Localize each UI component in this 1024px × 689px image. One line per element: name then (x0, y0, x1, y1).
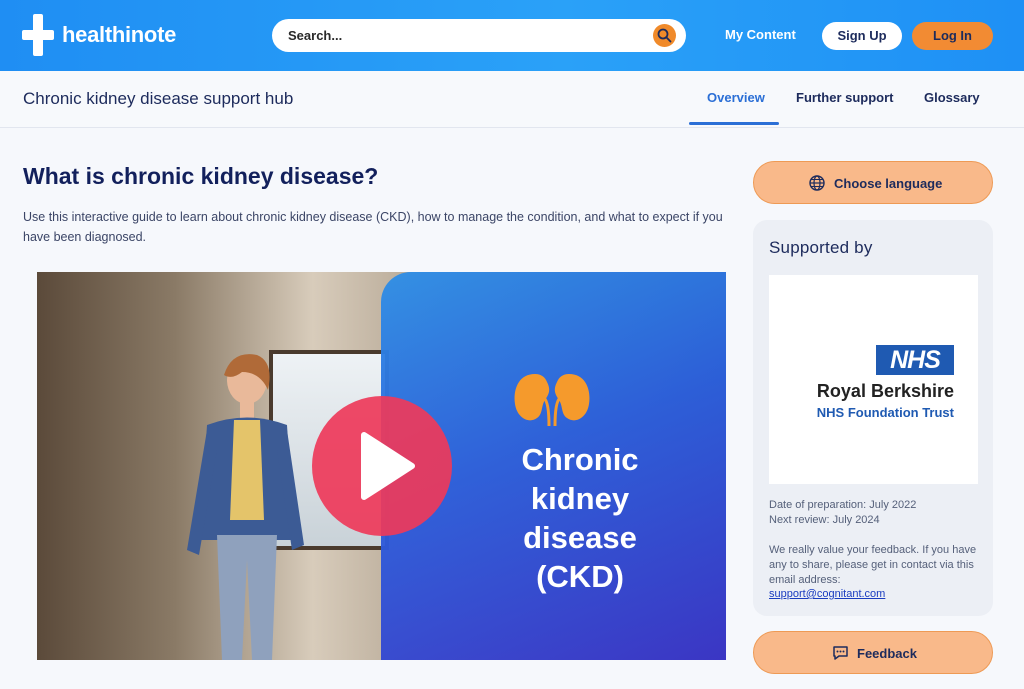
page-title: What is chronic kidney disease? (23, 163, 379, 189)
play-icon (361, 432, 415, 500)
kidney-icon (514, 374, 590, 426)
nhs-badge: NHS (876, 345, 954, 375)
chat-bubble-icon (833, 646, 848, 660)
support-email-link[interactable]: support@cognitant.com (769, 588, 885, 600)
feedback-label: Feedback (857, 646, 917, 661)
date-of-preparation: Date of preparation: July 2022 (769, 499, 917, 511)
supported-by-heading: Supported by (769, 238, 873, 257)
search-bar[interactable]: Search... (272, 19, 686, 52)
globe-icon (809, 175, 825, 191)
hub-navigation: Chronic kidney disease support hub Overv… (0, 71, 1024, 128)
search-button[interactable] (653, 24, 676, 47)
video-title-line: disease (523, 520, 637, 555)
search-input[interactable]: Search... (288, 28, 342, 43)
video-title-line: Chronic (521, 442, 639, 477)
active-tab-indicator (689, 122, 779, 125)
video-title-line: (CKD) (536, 559, 624, 594)
presenter-figure (187, 354, 304, 660)
sign-up-button[interactable]: Sign Up (822, 22, 902, 50)
hub-title: Chronic kidney disease support hub (23, 89, 294, 108)
supported-by-card: Supported by NHS Royal Berkshire NHS Fou… (753, 220, 993, 616)
search-icon (657, 28, 672, 43)
log-in-button[interactable]: Log In (912, 22, 993, 50)
healthinote-logo[interactable]: healthinote (22, 14, 176, 56)
brand-name: healthinote (62, 22, 177, 47)
logo-cross-icon (22, 14, 54, 56)
intro-text: Use this interactive guide to learn abou… (23, 210, 723, 244)
my-content-link[interactable]: My Content (725, 27, 796, 42)
choose-language-label: Choose language (834, 176, 943, 191)
next-review-date: Next review: July 2024 (769, 514, 880, 526)
top-header: healthinote Search... My Content Sign Up… (0, 0, 1024, 71)
video-player[interactable]: Chronic kidney disease (CKD) (37, 272, 726, 660)
feedback-message: We really value your feedback. If you ha… (769, 544, 977, 586)
feedback-button[interactable]: Feedback (753, 631, 993, 674)
nhs-org-name: Royal Berkshire (816, 381, 954, 401)
nhs-trust-name: NHS Foundation Trust (816, 405, 954, 420)
tab-further-support[interactable]: Further support (796, 90, 894, 105)
play-button[interactable] (312, 396, 452, 536)
choose-language-button[interactable]: Choose language (753, 161, 993, 204)
nhs-trust-logo: NHS Royal Berkshire NHS Foundation Trust (769, 275, 978, 484)
video-title-line: kidney (530, 481, 630, 516)
review-dates: Date of preparation: July 2022 Next revi… (769, 498, 916, 528)
video-title: Chronic kidney disease (CKD) (450, 440, 710, 596)
tab-overview[interactable]: Overview (707, 90, 765, 105)
tab-glossary[interactable]: Glossary (924, 90, 980, 105)
